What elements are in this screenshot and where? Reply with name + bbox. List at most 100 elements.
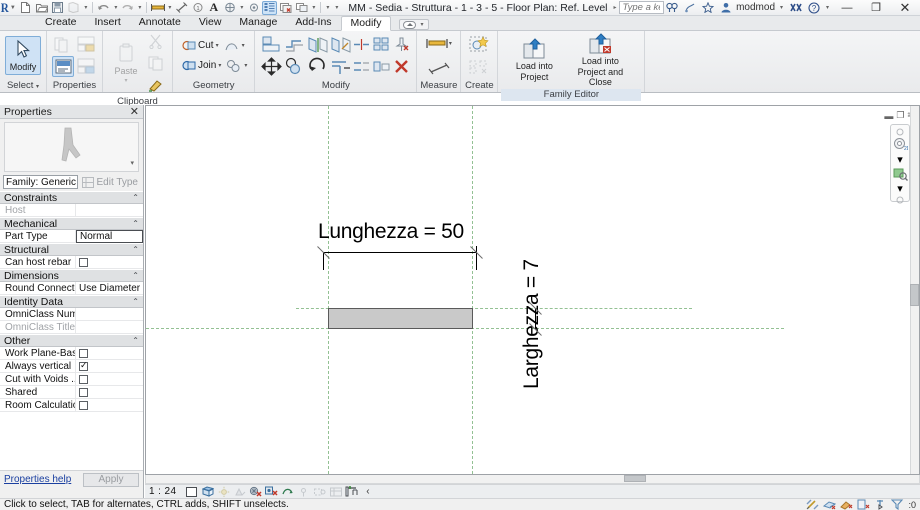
undo-caret-icon[interactable]: ▾	[112, 4, 119, 11]
search-input[interactable]	[619, 2, 664, 13]
drawing-canvas[interactable]: Lunghezza = 50 Larghezza = 7 ▬ ❐ ✄	[145, 105, 920, 475]
tag-icon[interactable]: 1	[190, 1, 205, 15]
paste-caret-icon[interactable]: ▾	[124, 77, 127, 84]
property-value-can-host-rebar[interactable]	[76, 256, 143, 269]
tab-create[interactable]: Create	[36, 15, 86, 30]
align-icon[interactable]	[260, 34, 282, 55]
subscription-center-icon[interactable]	[682, 1, 697, 15]
collapse-icon[interactable]: ⌃	[132, 193, 139, 202]
select-links-icon[interactable]	[806, 499, 819, 510]
property-value-host[interactable]	[76, 204, 143, 217]
measure-panel-caret-icon[interactable]: ▾	[449, 40, 452, 47]
ribbon-display-options[interactable]: ▾	[399, 19, 430, 30]
mirror-pick-axis-icon[interactable]	[306, 34, 328, 55]
property-row-room-calculation[interactable]: Room Calculatio...	[0, 399, 143, 412]
select-pinned-icon[interactable]	[840, 499, 853, 510]
checkbox-always-vertical[interactable]	[79, 360, 88, 371]
tab-view[interactable]: View	[190, 15, 231, 30]
create-part-icon[interactable]	[468, 57, 490, 78]
mirror-draw-axis-icon[interactable]	[329, 34, 351, 55]
tab-annotate[interactable]: Annotate	[130, 15, 190, 30]
ribbon-options-caret-icon[interactable]: ▾	[418, 21, 425, 28]
offset-icon[interactable]	[283, 34, 305, 55]
sun-path-icon[interactable]	[217, 486, 230, 498]
reveal-hidden-elements-icon[interactable]	[329, 486, 342, 498]
canvas-horizontal-scrollbar[interactable]	[145, 475, 920, 484]
family-type-selector[interactable]: Family: Generic Mod ▼	[3, 175, 79, 189]
property-value-cut-with-voids[interactable]	[76, 373, 143, 386]
title-right-caret-icon[interactable]: ▸	[614, 4, 617, 11]
visual-style-icon[interactable]	[201, 486, 214, 498]
property-row-omniclass-title[interactable]: OmniClass Title	[0, 321, 143, 334]
property-group-other[interactable]: Other ⌃	[0, 334, 143, 347]
section-icon[interactable]	[246, 1, 261, 15]
paste-button[interactable]: Paste ▾	[108, 41, 144, 86]
canvas-content[interactable]: Lunghezza = 50 Larghezza = 7 ▬ ❐ ✄	[146, 106, 919, 474]
render-dialog-icon[interactable]	[249, 486, 262, 498]
show-crop-region-icon[interactable]	[297, 486, 310, 498]
property-row-round-connector[interactable]: Round Connecto... Use Diameter	[0, 282, 143, 295]
application-menu-button[interactable]: R ▼	[0, 0, 16, 16]
property-value-omniclass-number[interactable]	[76, 308, 143, 321]
view-scale-label[interactable]: 1 : 24	[149, 486, 182, 497]
preview-caret-icon[interactable]: ▾	[130, 159, 134, 167]
load-into-project-button[interactable]: Load into Project	[509, 36, 559, 84]
property-group-constraints[interactable]: Constraints ⌃	[0, 191, 143, 204]
crop-view-icon[interactable]	[281, 486, 294, 498]
new-icon[interactable]	[18, 1, 33, 15]
search-icon[interactable]	[664, 1, 679, 15]
properties-help-link[interactable]: Properties help	[4, 474, 71, 485]
steering-wheel-caret-icon[interactable]: ▾	[897, 153, 903, 166]
checkbox-shared[interactable]	[79, 387, 88, 397]
help-icon[interactable]: ?	[806, 1, 821, 15]
panel-select-caret-icon[interactable]: ▾	[36, 84, 39, 90]
copy-icon[interactable]	[283, 56, 305, 77]
switch-windows-caret-icon[interactable]: ▾	[310, 4, 317, 11]
property-value-part-type[interactable]: Normal	[76, 230, 143, 243]
horizontal-dimension-label[interactable]: Lunghezza = 50	[318, 220, 464, 244]
zoom-caret-icon[interactable]: ▾	[897, 182, 903, 195]
title-left-caret-icon[interactable]: ▾	[335, 4, 338, 11]
temporary-hide-isolate-icon[interactable]	[313, 486, 326, 498]
tab-add-ins[interactable]: Add-Ins	[286, 15, 340, 30]
cut-to-clipboard-icon[interactable]	[145, 31, 167, 52]
property-row-always-vertical[interactable]: Always vertical	[0, 360, 143, 373]
pin-icon[interactable]	[392, 36, 411, 54]
property-value-room-calculation[interactable]	[76, 399, 143, 412]
left-ref-plane[interactable]	[328, 106, 329, 474]
checkbox-can-host-rebar[interactable]	[79, 257, 88, 267]
rotate-icon[interactable]	[306, 56, 328, 77]
analytical-model-icon[interactable]	[345, 486, 358, 498]
help-caret-icon[interactable]: ▾	[824, 4, 831, 11]
canvas-vertical-scroll-thumb[interactable]	[910, 284, 919, 306]
select-by-face-icon[interactable]	[857, 499, 870, 510]
create-similar-icon[interactable]	[468, 34, 490, 55]
save-icon[interactable]	[50, 1, 65, 15]
collapse-icon[interactable]: ⌃	[132, 297, 139, 306]
collapse-icon[interactable]: ⌃	[132, 219, 139, 228]
default-3d-view-icon[interactable]	[222, 1, 237, 15]
close-button[interactable]: ✕	[892, 0, 918, 15]
tab-manage[interactable]: Manage	[230, 15, 286, 30]
minimize-view-icon[interactable]: ▬	[884, 111, 893, 121]
collapse-icon[interactable]: ⌃	[132, 245, 139, 254]
load-into-project-and-close-button[interactable]: Load into Project and Close	[567, 31, 633, 89]
measure-along-element-icon[interactable]	[428, 58, 450, 79]
right-ref-plane[interactable]	[472, 106, 473, 474]
measure-icon[interactable]	[150, 1, 165, 15]
vertical-dimension-line[interactable]	[535, 308, 536, 329]
property-value-always-vertical[interactable]	[76, 360, 143, 373]
restore-view-icon[interactable]: ❐	[896, 110, 904, 121]
property-row-work-plane-based[interactable]: Work Plane-Based	[0, 347, 143, 360]
property-row-cut-with-voids[interactable]: Cut with Voids ...	[0, 373, 143, 386]
match-type-properties-icon[interactable]	[145, 75, 167, 96]
delete-icon[interactable]	[392, 58, 411, 76]
user-name-label[interactable]: modmod	[736, 2, 775, 13]
property-group-structural[interactable]: Structural ⌃	[0, 243, 143, 256]
close-hidden-windows-icon[interactable]	[278, 1, 293, 15]
open-icon[interactable]	[34, 1, 49, 15]
canvas-vertical-scrollbar[interactable]	[910, 106, 919, 474]
property-group-dimensions[interactable]: Dimensions ⌃	[0, 269, 143, 282]
checkbox-work-plane-based[interactable]	[79, 348, 88, 358]
edit-type-button[interactable]: Edit Type	[80, 176, 140, 188]
